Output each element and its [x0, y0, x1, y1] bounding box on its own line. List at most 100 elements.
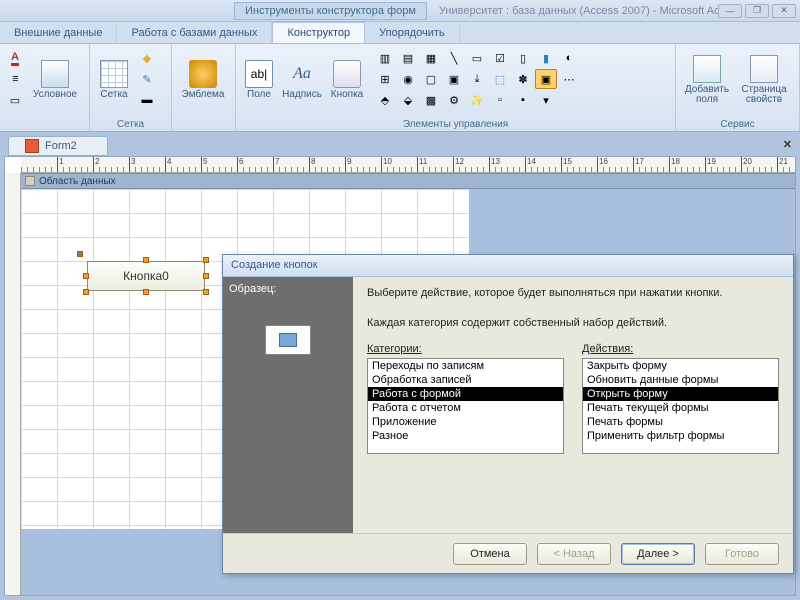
ribbon-tabstrip: Внешние данные Работа с базами данных Ко…	[0, 22, 800, 44]
list-item[interactable]: Открыть форму	[583, 387, 778, 401]
selection-handle[interactable]	[77, 251, 83, 257]
bound-object-button[interactable]: ▩	[420, 90, 442, 110]
line-style-button[interactable]: ≡	[4, 69, 26, 89]
button-control-caption: Кнопка0	[123, 269, 169, 283]
form-tab-label: Form2	[45, 140, 77, 152]
actions-label: Действия:	[582, 343, 779, 355]
property-sheet-button[interactable]: Страница свойств	[736, 48, 792, 112]
list-item[interactable]: Работа с отчетом	[368, 401, 563, 415]
dialog-sample-panel: Образец:	[223, 277, 353, 533]
tab-design[interactable]: Конструктор	[272, 22, 365, 43]
conditional-button[interactable]: Условное	[28, 48, 82, 112]
back-button[interactable]: < Назад	[537, 543, 611, 565]
misc3-button[interactable]: ▾	[535, 90, 557, 110]
listbox-control-button[interactable]: ▤	[397, 48, 419, 68]
button-control-button[interactable]: Кнопка	[326, 48, 368, 112]
list-item[interactable]: Разное	[368, 429, 563, 443]
sample-button-preview	[265, 325, 311, 355]
use-wizards-button[interactable]: ✨	[466, 90, 488, 110]
line-color-button[interactable]: ✎	[136, 69, 158, 89]
cancel-button[interactable]: Отмена	[453, 543, 527, 565]
image-control-button[interactable]: ▣	[443, 69, 465, 89]
frame-control-button[interactable]: ▢	[420, 69, 442, 89]
detail-section-header[interactable]: Область данных	[21, 173, 795, 189]
chart-control-button[interactable]: ▮	[535, 48, 557, 68]
selection-handle[interactable]	[143, 257, 149, 263]
form-icon	[279, 333, 297, 347]
unbound-object-button[interactable]: ⬙	[397, 90, 419, 110]
grid-button[interactable]: Сетка	[94, 48, 134, 112]
option-button[interactable]: ◉	[397, 69, 419, 89]
window-title: Университет : база данных (Access 2007) …	[439, 5, 718, 17]
selection-handle[interactable]	[83, 289, 89, 295]
list-item[interactable]: Работа с формой	[368, 387, 563, 401]
dialog-title: Создание кнопок	[223, 255, 793, 277]
list-item[interactable]: Обработка записей	[368, 373, 563, 387]
ribbon: A ≡ ▭ Условное Сетка ◆ ✎ ▬ Сетка	[0, 44, 800, 132]
actions-listbox[interactable]: Закрыть формуОбновить данные формыОткрыт…	[582, 358, 779, 454]
tab-external-data[interactable]: Внешние данные	[0, 22, 117, 43]
activex-button[interactable]: ⬘	[374, 90, 396, 110]
contextual-tab-label: Инструменты конструктора форм	[234, 2, 427, 20]
misc2-button[interactable]: ▪	[512, 90, 534, 110]
fill-color-button[interactable]: ◆	[136, 48, 158, 68]
title-bar: Инструменты конструктора форм Университе…	[0, 0, 800, 22]
selection-handle[interactable]	[83, 273, 89, 279]
close-form-button[interactable]: ✕	[783, 138, 792, 151]
toggle-control-button[interactable]: ◐	[558, 48, 580, 68]
more-controls-button[interactable]: ⋯	[558, 69, 580, 89]
add-fields-button[interactable]: Добавить поля	[680, 48, 734, 112]
ribbon-group-controls: ab| Поле Aa Надпись Кнопка ▥ ▤ ▦ ╲ ▭ ☑	[236, 44, 676, 131]
option-group-button[interactable]: ⊞	[374, 69, 396, 89]
list-item[interactable]: Закрыть форму	[583, 359, 778, 373]
checkbox-control-button[interactable]: ☑	[489, 48, 511, 68]
tab-control-button[interactable]: ▯	[512, 48, 534, 68]
special-effect-button[interactable]: ▬	[136, 90, 158, 110]
maximize-button[interactable]: ❐	[745, 4, 769, 18]
attachment-control-button[interactable]: ✽	[512, 69, 534, 89]
label-control-button[interactable]: Aa Надпись	[280, 48, 324, 112]
list-item[interactable]: Печать текущей формы	[583, 401, 778, 415]
selection-handle[interactable]	[203, 257, 209, 263]
sample-label: Образец:	[229, 283, 276, 295]
close-window-button[interactable]: ✕	[772, 4, 796, 18]
logo-button[interactable]: Эмблема	[176, 48, 230, 112]
border-style-button[interactable]: ▭	[4, 90, 26, 110]
section-selector-icon	[25, 176, 35, 186]
finish-button[interactable]: Готово	[705, 543, 779, 565]
list-item[interactable]: Печать формы	[583, 415, 778, 429]
detail-section-label: Область данных	[39, 176, 116, 187]
subform-control-button[interactable]: ▦	[420, 48, 442, 68]
categories-listbox[interactable]: Переходы по записямОбработка записейРабо…	[367, 358, 564, 454]
selection-handle[interactable]	[203, 289, 209, 295]
list-item[interactable]: Переходы по записям	[368, 359, 563, 373]
textbox-control-button[interactable]: ab| Поле	[240, 48, 278, 112]
dialog-footer: Отмена < Назад Далее > Готово	[223, 533, 793, 573]
dialog-instruction-2: Каждая категория содержит собственный на…	[367, 317, 779, 329]
hyperlink-control-button[interactable]: ⬚	[489, 69, 511, 89]
ribbon-group-logo: Эмблема	[172, 44, 236, 131]
pagebreak-control-button[interactable]: ⤓	[466, 69, 488, 89]
categories-label: Категории:	[367, 343, 564, 355]
line-control-button[interactable]: ╲	[443, 48, 465, 68]
tab-database-tools[interactable]: Работа с базами данных	[117, 22, 272, 43]
select-control-button[interactable]: ▣	[535, 69, 557, 89]
misc1-button[interactable]: ▫	[489, 90, 511, 110]
list-item[interactable]: Приложение	[368, 415, 563, 429]
next-button[interactable]: Далее >	[621, 543, 695, 565]
selection-handle[interactable]	[203, 273, 209, 279]
minimize-button[interactable]: —	[718, 4, 742, 18]
tab-arrange[interactable]: Упорядочить	[365, 22, 459, 43]
combobox-control-button[interactable]: ▥	[374, 48, 396, 68]
ribbon-group-grid: Сетка ◆ ✎ ▬ Сетка	[90, 44, 172, 131]
list-item[interactable]: Обновить данные формы	[583, 373, 778, 387]
rectangle-control-button[interactable]: ▭	[466, 48, 488, 68]
horizontal-ruler: 123456789101112131415161718192021	[21, 157, 795, 173]
dialog-instruction-1: Выберите действие, которое будет выполня…	[367, 287, 779, 299]
button-control-knopka0[interactable]: Кнопка0	[87, 261, 205, 291]
form-tab[interactable]: Form2	[8, 136, 108, 156]
selection-handle[interactable]	[143, 289, 149, 295]
list-item[interactable]: Применить фильтр формы	[583, 429, 778, 443]
set-defaults-button[interactable]: ⚙	[443, 90, 465, 110]
font-color-button[interactable]: A	[4, 48, 26, 68]
